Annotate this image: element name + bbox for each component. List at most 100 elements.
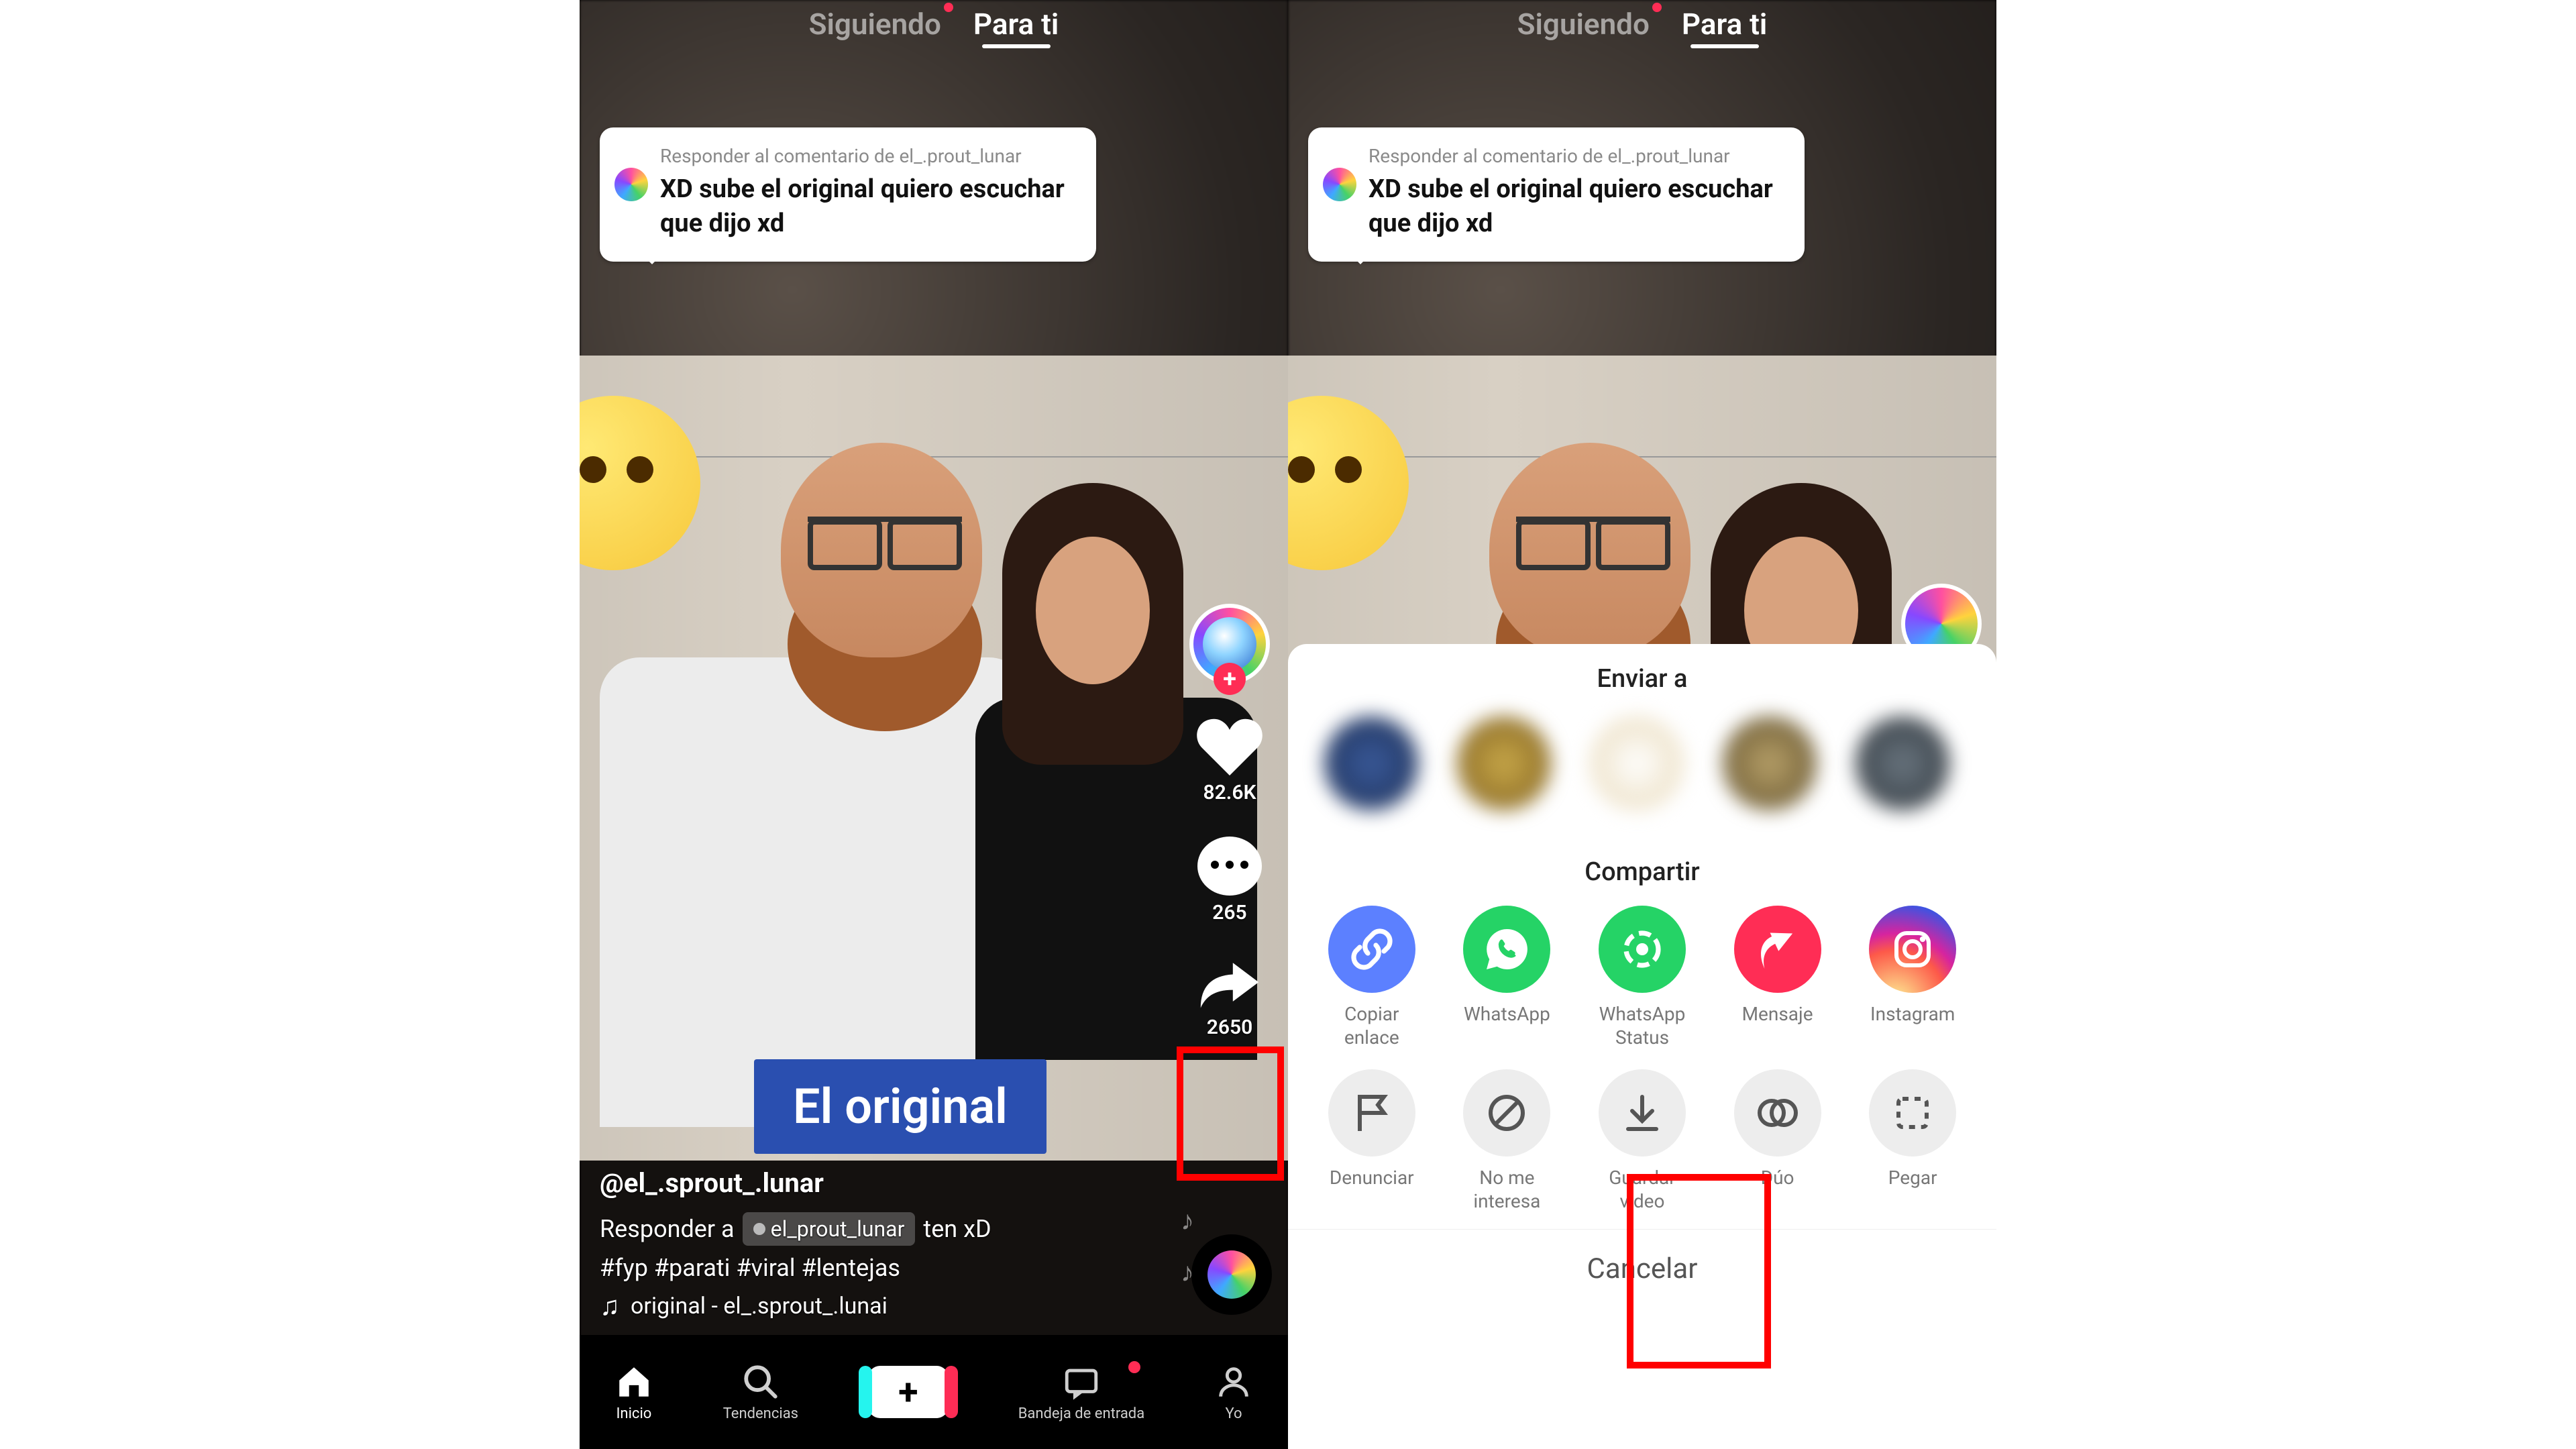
hashtags[interactable]: #fyp #parati #viral #lentejas [600,1254,1154,1282]
video-info: @el_.sprout_.lunar Responder a el_prout_… [600,1167,1154,1322]
reply-to-label: Responder al comentario de el_.prout_lun… [660,145,1076,167]
share-whatsapp[interactable]: WhatsApp [1453,906,1562,1049]
feed-tabs: Siguiendo Para ti [580,7,1288,42]
share-copy-link[interactable]: Copiar enlace [1318,906,1426,1049]
comment-text: XD sube el original quiero escuchar que … [660,172,1076,241]
whatsapp-icon [1463,906,1550,993]
instagram-icon [1869,906,1956,993]
video-caption: El original [754,1059,1046,1154]
reply-comment-bubble[interactable]: Responder al comentario de el_.prout_lun… [1308,127,1805,262]
whatsapp-status-icon [1599,906,1686,993]
download-icon [1599,1069,1686,1157]
send-to-contacts [1288,704,1996,837]
reply-suffix: ten xD [923,1215,991,1243]
like-count: 82.6K [1203,781,1256,804]
screenshot-feed: Siguiendo Para ti Responder al comentari… [580,0,1288,1449]
bottom-nav: Inicio Tendencias + Bandeja de entrada Y… [580,1335,1288,1449]
link-icon [1328,906,1415,993]
like-button[interactable]: 82.6K [1197,716,1263,804]
feed-tabs: Siguiendo Para ti [1288,7,1996,42]
share-count: 2650 [1207,1016,1253,1039]
commenter-avatar [614,168,648,201]
share-instagram-label: Instagram [1870,1002,1955,1049]
profile-icon [1214,1362,1253,1401]
contact-avatar[interactable] [1457,716,1551,810]
follow-plus-icon[interactable]: + [1214,663,1246,695]
annotation-highlight-save [1627,1174,1771,1368]
share-whatsapp-label: WhatsApp [1464,1002,1550,1049]
tab-following[interactable]: Siguiendo [809,7,941,42]
reply-line: Responder a el_prout_lunar ten xD [600,1212,1154,1246]
share-button[interactable]: 2650 [1197,957,1262,1039]
sound-row[interactable]: ♫ original - el_.sprout_.lunai [600,1290,1154,1322]
commenter-avatar [1323,168,1356,201]
share-row-apps: Copiar enlace WhatsApp WhatsApp Status M… [1288,898,1996,1061]
tab-for-you-label: Para ti [973,7,1059,42]
action-stitch[interactable]: Pegar [1858,1069,1967,1213]
action-not-interested-label: No me interesa [1453,1166,1562,1213]
nav-me[interactable]: Yo [1214,1362,1253,1422]
share-instagram[interactable]: Instagram [1858,906,1967,1049]
notification-dot [944,3,953,12]
tab-underline [982,44,1051,48]
share-icon [1197,957,1262,1010]
tab-for-you[interactable]: Para ti [1682,7,1768,42]
tab-for-you[interactable]: Para ti [973,7,1059,42]
share-whatsapp-status[interactable]: WhatsApp Status [1588,906,1697,1049]
nav-create[interactable]: + [868,1366,949,1418]
send-to-heading: Enviar a [1288,644,1996,704]
nav-home-label: Inicio [616,1405,651,1422]
message-icon [1734,906,1821,993]
stitch-icon [1869,1069,1956,1157]
nav-home[interactable]: Inicio [614,1362,653,1422]
duet-icon [1734,1069,1821,1157]
reply-user-pill[interactable]: el_prout_lunar [743,1212,916,1246]
tab-following-label: Siguiendo [809,7,941,42]
annotation-highlight-share [1177,1046,1284,1181]
author-avatar[interactable]: + [1189,604,1270,684]
bubble-tail [640,252,664,276]
inbox-badge [1128,1361,1140,1373]
tab-following-label: Siguiendo [1517,7,1650,42]
flag-icon [1328,1069,1415,1157]
reply-prefix: Responder a [600,1215,735,1243]
heart-icon [1197,716,1263,775]
tab-following[interactable]: Siguiendo [1517,7,1650,42]
author-username[interactable]: @el_.sprout_.lunar [600,1167,1154,1199]
contact-avatar[interactable] [1856,716,1949,810]
video-frame[interactable] [580,356,1288,1161]
nav-me-label: Yo [1225,1405,1242,1422]
contact-avatar[interactable] [1324,716,1418,810]
share-message[interactable]: Mensaje [1723,906,1832,1049]
contact-avatar[interactable] [1723,716,1817,810]
action-stitch-label: Pegar [1888,1166,1937,1213]
bubble-tail [1348,252,1373,276]
tab-underline [1690,44,1759,48]
action-report-label: Denunciar [1330,1166,1414,1213]
nav-trends[interactable]: Tendencias [723,1362,798,1422]
action-rail: + 82.6K 265 2650 [1186,604,1273,1039]
plus-icon: + [898,1371,918,1413]
contact-avatar[interactable] [1590,716,1684,810]
tab-for-you-label: Para ti [1682,7,1768,42]
action-report[interactable]: Denunciar [1318,1069,1426,1213]
comment-text: XD sube el original quiero escuchar que … [1368,172,1784,241]
share-message-label: Mensaje [1742,1002,1813,1049]
comment-button[interactable]: 265 [1197,837,1262,924]
nav-inbox[interactable]: Bandeja de entrada [1018,1362,1145,1422]
share-whatsapp-status-label: WhatsApp Status [1588,1002,1697,1049]
reply-comment-bubble[interactable]: Responder al comentario de el_.prout_lun… [600,127,1096,262]
music-note-icon: ♫ [600,1290,620,1322]
screenshot-share-sheet: Siguiendo Para ti Responder al comentari… [1288,0,1996,1449]
person-man [600,443,1016,1046]
sound-title: original - el_.sprout_.lunai [631,1293,888,1320]
reply-user: el_prout_lunar [771,1216,905,1242]
sound-disc[interactable] [1191,1234,1272,1315]
nav-inbox-label: Bandeja de entrada [1018,1405,1145,1422]
share-copy-link-label: Copiar enlace [1318,1002,1426,1049]
reply-to-label: Responder al comentario de el_.prout_lun… [1368,145,1784,167]
home-icon [614,1362,653,1401]
action-not-interested[interactable]: No me interesa [1453,1069,1562,1213]
create-button: + [868,1366,949,1418]
comment-icon [1197,837,1262,896]
